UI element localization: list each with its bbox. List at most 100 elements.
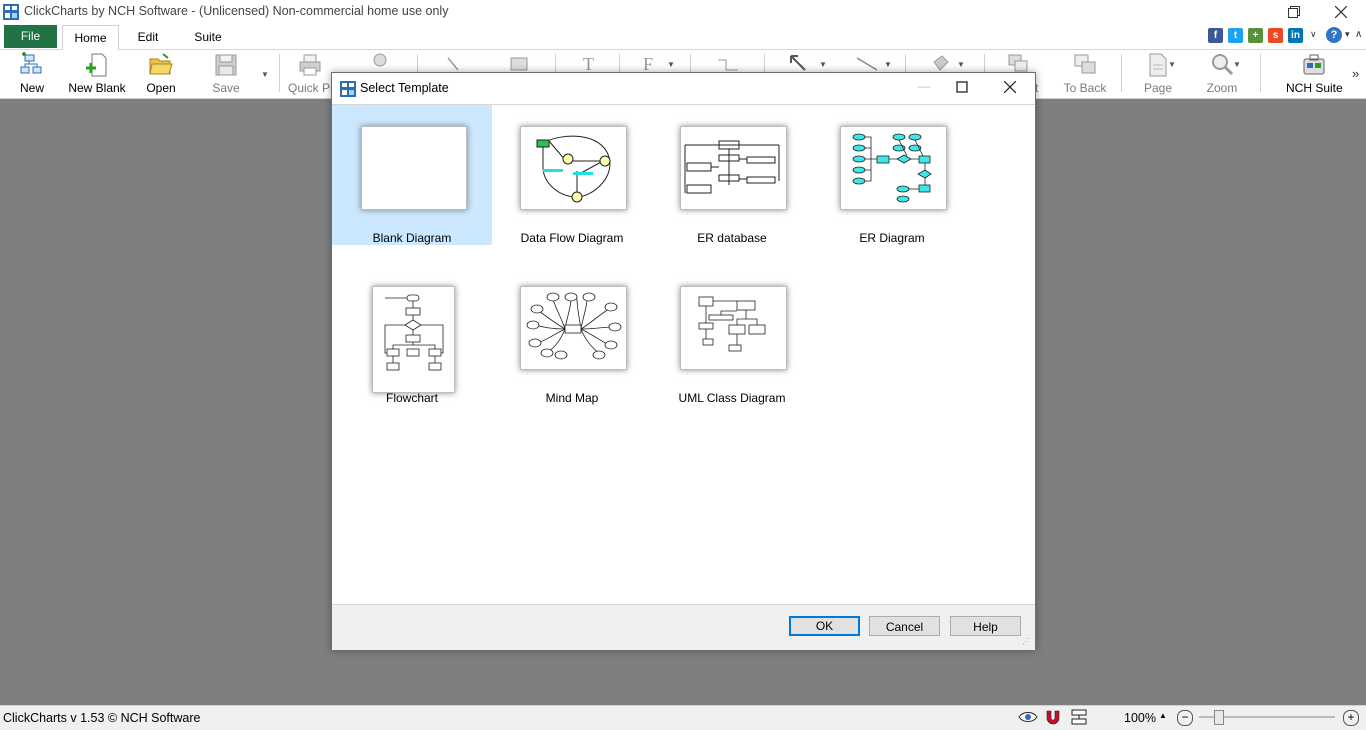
dialog-app-icon <box>340 81 356 97</box>
cancel-button[interactable]: Cancel <box>869 616 940 636</box>
dialog-maximize-button[interactable] <box>956 81 976 99</box>
close-icon <box>1003 80 1017 94</box>
template-mind-map[interactable]: Mind Map <box>492 265 652 405</box>
line-dropdown-icon[interactable]: ▼ <box>884 60 892 69</box>
page-dropdown-icon[interactable]: ▼ <box>1168 60 1176 69</box>
open-button[interactable]: Open <box>141 52 181 96</box>
template-label: Flowchart <box>385 391 438 405</box>
template-gallery: Blank Diagram Data Flow Diagram ER datab… <box>332 104 1035 605</box>
zoom-dropdown-icon[interactable]: ▼ <box>1233 60 1241 69</box>
send-to-back-icon <box>1074 54 1096 74</box>
template-label: ER Diagram <box>859 231 925 245</box>
flowchart-thumbnail <box>372 286 455 393</box>
data-flow-thumbnail <box>520 126 627 210</box>
grid-layout-icon[interactable] <box>1070 709 1088 728</box>
new-diagram-icon <box>20 52 42 74</box>
new-button[interactable]: New <box>12 52 52 96</box>
template-uml-class-diagram[interactable]: UML Class Diagram <box>652 265 812 405</box>
save-button[interactable]: Save <box>206 52 246 96</box>
dialog-close-button[interactable] <box>1003 80 1024 99</box>
save-dropdown-icon[interactable]: ▼ <box>261 70 269 79</box>
window-title: ClickCharts by NCH Software - (Unlicense… <box>24 4 449 18</box>
save-disk-icon <box>215 54 237 76</box>
facebook-icon[interactable]: f <box>1208 28 1223 43</box>
dialog-title: Select Template <box>360 81 449 95</box>
linkedin-icon[interactable]: in <box>1288 28 1303 43</box>
select-template-dialog: Select Template — Blank Diagram Data Flo… <box>331 72 1036 650</box>
new-blank-label: New Blank <box>68 81 126 95</box>
stumbleupon-icon[interactable]: s <box>1268 28 1283 43</box>
quick-print-label: Quick Pri <box>288 81 337 95</box>
template-flowchart[interactable]: Flowchart <box>332 265 492 405</box>
template-er-database[interactable]: ER database <box>652 105 812 245</box>
font-dropdown-icon[interactable]: ▼ <box>667 60 675 69</box>
arrow-dropdown-icon[interactable]: ▼ <box>819 60 827 69</box>
to-back-button[interactable]: To Back <box>1063 52 1107 96</box>
zoom-label: Zoom <box>1206 81 1238 95</box>
zoom-magnifier-icon <box>1212 54 1234 76</box>
ok-button[interactable]: OK <box>789 616 860 636</box>
open-label: Open <box>146 81 176 95</box>
printer-icon <box>299 54 321 76</box>
zoom-button[interactable]: Zoom <box>1202 52 1242 96</box>
template-label: Blank Diagram <box>372 231 452 245</box>
help-button[interactable]: Help <box>950 616 1021 636</box>
share-icon[interactable]: + <box>1248 28 1263 43</box>
blank-diagram-thumbnail <box>361 126 467 210</box>
print-preview-button[interactable] <box>366 52 394 72</box>
collapse-ribbon-icon[interactable]: ∧ <box>1355 29 1362 40</box>
template-label: Data Flow Diagram <box>520 231 624 245</box>
zoom-level[interactable]: 100% <box>1124 711 1156 725</box>
open-folder-icon <box>149 53 173 75</box>
zoom-slider-thumb[interactable] <box>1214 710 1224 725</box>
dialog-minimize-button[interactable]: — <box>914 79 934 97</box>
nch-suite-label: NCH Suite <box>1286 81 1343 95</box>
template-label: ER database <box>697 231 767 245</box>
save-label: Save <box>212 81 240 95</box>
nch-suite-button[interactable]: NCH Suite <box>1286 52 1343 96</box>
tab-home[interactable]: Home <box>62 25 119 51</box>
template-er-diagram[interactable]: ER Diagram <box>812 105 972 245</box>
er-database-thumbnail <box>680 126 787 210</box>
social-dropdown-icon[interactable]: ∨ <box>1310 29 1317 40</box>
page-label: Page <box>1143 81 1173 95</box>
resize-grip-icon[interactable]: ⋰ <box>1022 637 1030 646</box>
help-dropdown-icon[interactable]: ▾ <box>1345 29 1350 40</box>
twitter-icon[interactable]: t <box>1228 28 1243 43</box>
nch-suite-icon <box>1303 54 1325 75</box>
mind-map-thumbnail <box>520 286 627 370</box>
ribbon-separator <box>1260 54 1261 92</box>
view-eye-icon[interactable] <box>1018 709 1038 728</box>
quick-print-button[interactable]: Quick Pri <box>288 52 337 96</box>
ribbon-overflow-icon[interactable]: » <box>1352 66 1359 81</box>
new-blank-icon <box>86 53 107 77</box>
close-icon <box>1335 6 1347 18</box>
help-icon[interactable]: ? <box>1326 27 1342 43</box>
zoom-level-dropdown-icon[interactable]: ▲ <box>1159 711 1167 720</box>
template-label: Mind Map <box>545 391 599 405</box>
restore-window-button[interactable] <box>1271 0 1317 24</box>
zoom-out-button[interactable]: − <box>1177 710 1193 726</box>
status-text: ClickCharts v 1.53 © NCH Software <box>3 711 201 725</box>
maximize-icon <box>956 81 968 93</box>
page-button[interactable]: Page <box>1138 52 1178 96</box>
template-blank-diagram[interactable]: Blank Diagram <box>332 105 492 245</box>
new-label: New <box>19 81 44 95</box>
print-preview-icon <box>373 53 387 67</box>
restore-icon <box>1288 6 1300 18</box>
ribbon-separator <box>279 54 280 92</box>
tab-edit[interactable]: Edit <box>124 25 172 49</box>
snap-magnet-icon[interactable] <box>1044 709 1062 728</box>
tab-file[interactable]: File <box>4 25 57 48</box>
er-diagram-thumbnail <box>840 126 947 210</box>
ribbon-separator <box>1121 54 1122 92</box>
new-blank-button[interactable]: New Blank <box>68 52 126 96</box>
fill-dropdown-icon[interactable]: ▼ <box>957 60 965 69</box>
template-label: UML Class Diagram <box>678 391 786 405</box>
to-back-label: To Back <box>1063 81 1107 95</box>
app-logo-icon <box>3 4 19 20</box>
close-window-button[interactable] <box>1318 0 1364 24</box>
zoom-in-button[interactable]: + <box>1343 710 1359 726</box>
template-data-flow-diagram[interactable]: Data Flow Diagram <box>492 105 652 245</box>
tab-suite[interactable]: Suite <box>182 25 234 49</box>
